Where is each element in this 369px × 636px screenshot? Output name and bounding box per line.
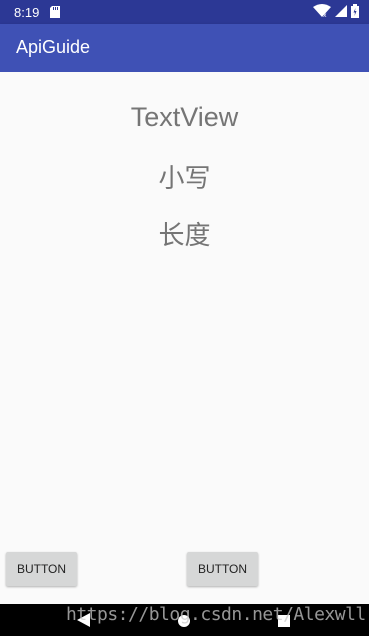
left-button[interactable]: BUTTON	[6, 552, 77, 586]
app-bar: ApiGuide	[0, 24, 369, 72]
status-icons: x	[313, 3, 359, 21]
battery-icon	[351, 3, 359, 21]
lowercase-label: 小写	[158, 164, 211, 194]
sd-card-icon	[50, 6, 60, 18]
wifi-icon: x	[313, 3, 331, 21]
textview-label: TextView	[130, 102, 239, 132]
app-title: ApiGuide	[16, 37, 91, 57]
watermark: https://blog.csdn.net/Alexwll	[66, 604, 366, 625]
status-time: 8:19	[14, 5, 40, 20]
signal-icon	[335, 4, 347, 20]
svg-text:x: x	[323, 12, 327, 18]
status-bar: 8:19 x	[0, 0, 369, 24]
main-content: TextView 小写 长度 BUTTON BUTTON	[0, 72, 369, 604]
right-button[interactable]: BUTTON	[187, 552, 258, 586]
phone-screen: 8:19 x ApiGuide TextView 小写 长度 BUTTON BU…	[0, 0, 369, 636]
length-label: 长度	[158, 221, 211, 251]
